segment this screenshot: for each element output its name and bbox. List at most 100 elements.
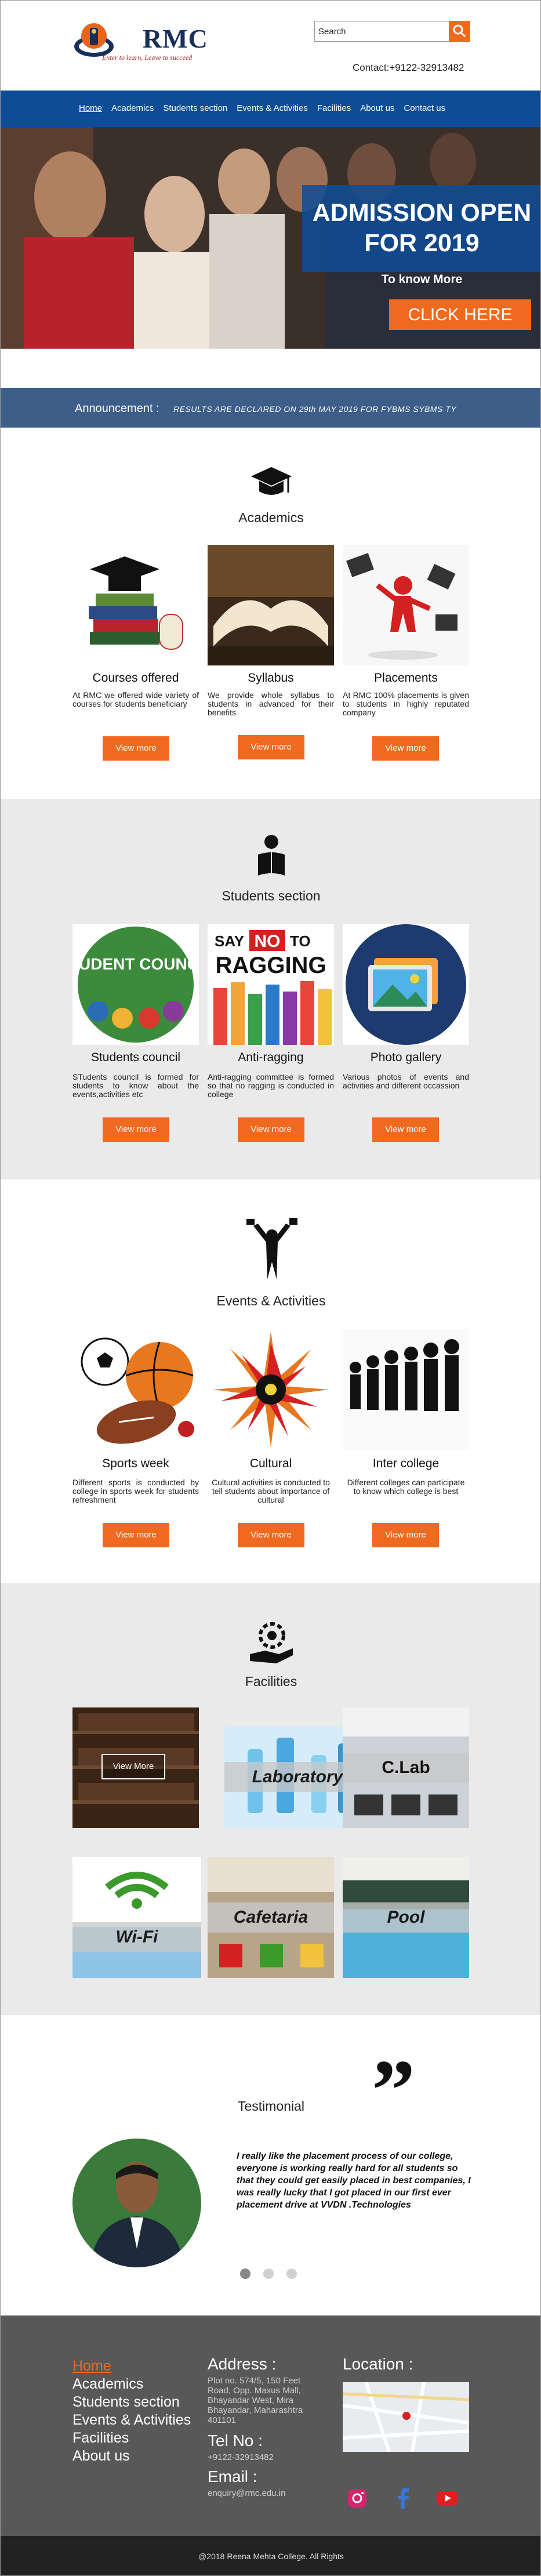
pool-card[interactable]: Pool	[343, 1857, 469, 1978]
address-heading: Address :	[208, 2355, 277, 2373]
footer-link-students-section[interactable]: Students section	[72, 2393, 191, 2411]
sports-balls-image	[81, 1337, 194, 1444]
events-title: Events & Activities	[216, 1293, 326, 1308]
footer-link-academics[interactable]: Academics	[72, 2375, 191, 2393]
svg-text:NO: NO	[255, 932, 281, 951]
cultural-image[interactable]	[208, 1329, 334, 1450]
wifi-signal-image	[72, 1857, 201, 1978]
student-reading-icon	[258, 835, 285, 875]
hero-subtitle: To know More	[381, 273, 463, 286]
nav-students-section[interactable]: Students section	[163, 103, 227, 113]
slider-dot-2[interactable]	[263, 2269, 274, 2279]
student-council-logo-image: STUDENT COUNCIL	[72, 927, 199, 1043]
facebook-icon[interactable]	[392, 2487, 415, 2510]
nav-events-activities[interactable]: Events & Activities	[237, 103, 308, 113]
photo-gallery-title: Photo gallery	[370, 1051, 442, 1064]
hero-banner: ADMISSION OPEN FOR 2019 To know More CLI…	[1, 127, 540, 349]
nav-facilities[interactable]: Facilities	[317, 103, 351, 113]
courses-image[interactable]	[72, 545, 199, 665]
student-portrait-image	[72, 2139, 201, 2267]
facilities-title: Facilities	[245, 1674, 297, 1689]
cultural-burst-image	[213, 1332, 329, 1448]
wifi-card[interactable]: Wi-Fi	[72, 1857, 201, 1978]
library-card[interactable]: View More	[72, 1707, 199, 1828]
testimonial-title: Testimonial	[237, 2099, 305, 2114]
svg-text:TO: TO	[290, 932, 311, 950]
tel-heading: Tel No :	[208, 2432, 263, 2450]
people-silhouettes-image	[343, 1329, 469, 1450]
slider-dot-1[interactable]	[240, 2269, 250, 2279]
search-label: Search	[318, 27, 346, 37]
anti-ragging-desc: Anti-ragging committee is formed so that…	[208, 1072, 334, 1099]
click-here-button[interactable]: CLICK HERE	[389, 299, 531, 330]
testimonial-quote: I really like the placement process of o…	[237, 2151, 471, 2210]
syllabus-view-more-button[interactable]: View more	[238, 735, 304, 759]
location-heading: Location :	[343, 2355, 413, 2373]
open-book-image	[208, 545, 334, 665]
inter-college-title: Inter college	[372, 1457, 440, 1470]
syllabus-image[interactable]	[208, 545, 334, 665]
announcement-label: Announcement :	[75, 402, 159, 415]
nav-about-us[interactable]: About us	[360, 103, 394, 113]
library-view-more-button[interactable]: View More	[101, 1754, 165, 1779]
students-council-desc: STudents council is formed for students …	[72, 1072, 199, 1099]
placements-view-more-button[interactable]: View more	[372, 736, 439, 761]
footer-link-about-us[interactable]: About us	[72, 2447, 191, 2465]
computer-lab-label: C.Lab	[343, 1753, 469, 1783]
cultural-desc: Cultural activities is conducted to tell…	[212, 1478, 330, 1504]
email-text[interactable]: enquiry@rmc.edu.in	[208, 2488, 285, 2498]
syllabus-desc: We provide whole syllabus to students in…	[208, 690, 334, 717]
photo-gallery-image[interactable]	[343, 924, 469, 1045]
pool-label: Pool	[343, 1902, 469, 1933]
nav-contact-us[interactable]: Contact us	[404, 103, 445, 113]
placements-image[interactable]	[343, 545, 469, 665]
academics-title: Academics	[238, 510, 304, 525]
sports-week-image[interactable]	[72, 1329, 199, 1450]
nav-home[interactable]: Home	[79, 103, 102, 113]
inter-college-view-more-button[interactable]: View more	[372, 1523, 439, 1547]
sports-week-view-more-button[interactable]: View more	[103, 1523, 169, 1547]
gallery-icon-image	[346, 924, 466, 1045]
map-image	[343, 2382, 469, 2452]
brand-name: RMC	[143, 24, 208, 53]
cafetaria-card[interactable]: Cafetaria	[208, 1857, 334, 1978]
quote-icon: ”	[372, 2042, 415, 2139]
search-button[interactable]	[449, 21, 470, 42]
footer-link-events-activities[interactable]: Events & Activities	[72, 2411, 191, 2429]
anti-ragging-image[interactable]: SAY NO TO RAGGING	[208, 924, 334, 1045]
copyright: @2018 Reena Mehta College. All Rights	[1, 2536, 540, 2575]
header: RMC Enter to learn, Leave to succeed Sea…	[1, 1, 540, 91]
computer-lab-card[interactable]: C.Lab	[343, 1707, 469, 1828]
photo-gallery-view-more-button[interactable]: View more	[372, 1117, 439, 1142]
youtube-icon[interactable]	[435, 2487, 459, 2510]
students-council-image[interactable]: STUDENT COUNCIL	[72, 924, 199, 1045]
cultural-view-more-button[interactable]: View more	[238, 1523, 304, 1547]
logo[interactable]: RMC Enter to learn, Leave to succeed	[73, 21, 218, 64]
footer-link-facilities[interactable]: Facilities	[72, 2429, 191, 2447]
anti-ragging-view-more-button[interactable]: View more	[238, 1117, 304, 1142]
inter-college-desc: Different colleges can participate to kn…	[347, 1478, 465, 1496]
main-nav: Home Academics Students section Events &…	[1, 91, 540, 127]
placement-figure-image	[343, 545, 469, 665]
syllabus-title: Syllabus	[248, 671, 294, 685]
footer-links: Home Academics Students section Events &…	[72, 2357, 191, 2465]
slider-dot-3[interactable]	[286, 2269, 297, 2279]
inter-college-image[interactable]	[343, 1329, 469, 1450]
student-council-word-1: STUDENT COUNCIL	[72, 955, 199, 973]
footer-link-home[interactable]: Home	[72, 2357, 191, 2375]
nav-academics[interactable]: Academics	[111, 103, 154, 113]
contact-phone: Contact:+9122-32913482	[353, 62, 464, 73]
announcement-bar: Announcement : RESULTS ARE DECLARED ON 2…	[1, 388, 540, 428]
search-input[interactable]: Search	[314, 21, 449, 42]
students-council-view-more-button[interactable]: View more	[103, 1117, 169, 1142]
tel-text: +9122-32913482	[208, 2452, 274, 2462]
courses-view-more-button[interactable]: View more	[103, 736, 169, 761]
svg-text:SAY: SAY	[215, 932, 244, 950]
instagram-icon[interactable]	[346, 2487, 369, 2510]
wifi-label: Wi-Fi	[72, 1922, 201, 1952]
location-map[interactable]	[343, 2382, 469, 2452]
announcement-text[interactable]: RESULTS ARE DECLARED ON 29th MAY 2019 FO…	[173, 404, 456, 414]
placements-title: Placements	[374, 671, 438, 685]
page: RMC Enter to learn, Leave to succeed Sea…	[0, 0, 541, 2576]
brand-tagline: Enter to learn, Leave to succeed	[102, 53, 193, 61]
